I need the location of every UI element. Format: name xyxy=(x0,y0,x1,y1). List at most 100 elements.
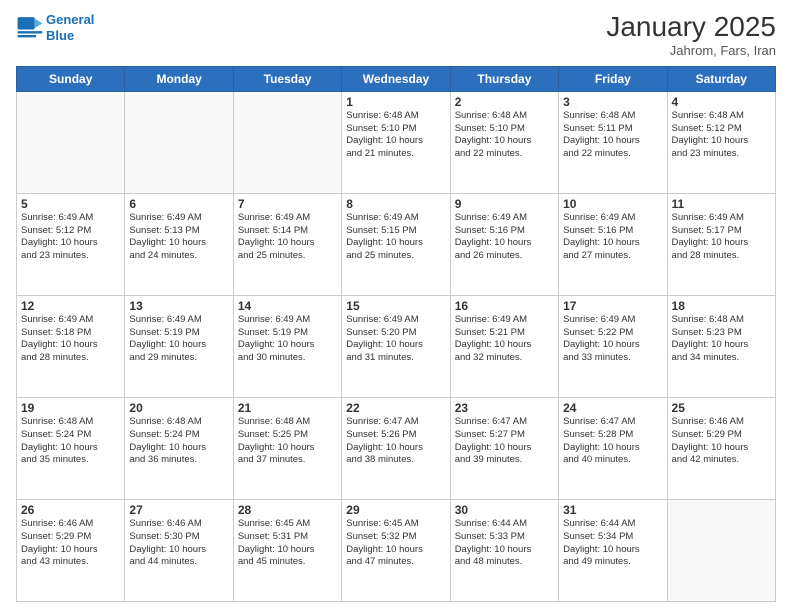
title-block: January 2025 Jahrom, Fars, Iran xyxy=(606,12,776,58)
table-row: 6Sunrise: 6:49 AM Sunset: 5:13 PM Daylig… xyxy=(125,193,233,295)
col-tuesday: Tuesday xyxy=(233,66,341,91)
day-number: 16 xyxy=(455,299,554,313)
logo-line2: Blue xyxy=(46,28,74,43)
day-number: 27 xyxy=(129,503,228,517)
table-row: 11Sunrise: 6:49 AM Sunset: 5:17 PM Dayli… xyxy=(667,193,775,295)
table-row: 19Sunrise: 6:48 AM Sunset: 5:24 PM Dayli… xyxy=(17,397,125,499)
day-info: Sunrise: 6:45 AM Sunset: 5:32 PM Dayligh… xyxy=(346,518,445,569)
calendar-title: January 2025 xyxy=(606,12,776,43)
day-info: Sunrise: 6:48 AM Sunset: 5:24 PM Dayligh… xyxy=(21,416,120,467)
day-info: Sunrise: 6:49 AM Sunset: 5:19 PM Dayligh… xyxy=(238,314,337,365)
table-row xyxy=(233,91,341,193)
day-number: 29 xyxy=(346,503,445,517)
day-info: Sunrise: 6:44 AM Sunset: 5:34 PM Dayligh… xyxy=(563,518,662,569)
day-number: 13 xyxy=(129,299,228,313)
day-number: 19 xyxy=(21,401,120,415)
day-number: 2 xyxy=(455,95,554,109)
day-number: 1 xyxy=(346,95,445,109)
day-info: Sunrise: 6:48 AM Sunset: 5:24 PM Dayligh… xyxy=(129,416,228,467)
col-wednesday: Wednesday xyxy=(342,66,450,91)
day-number: 6 xyxy=(129,197,228,211)
calendar-header-row: Sunday Monday Tuesday Wednesday Thursday… xyxy=(17,66,776,91)
day-info: Sunrise: 6:48 AM Sunset: 5:10 PM Dayligh… xyxy=(346,110,445,161)
col-friday: Friday xyxy=(559,66,667,91)
table-row: 24Sunrise: 6:47 AM Sunset: 5:28 PM Dayli… xyxy=(559,397,667,499)
calendar-week-row: 12Sunrise: 6:49 AM Sunset: 5:18 PM Dayli… xyxy=(17,295,776,397)
day-info: Sunrise: 6:48 AM Sunset: 5:12 PM Dayligh… xyxy=(672,110,771,161)
table-row: 4Sunrise: 6:48 AM Sunset: 5:12 PM Daylig… xyxy=(667,91,775,193)
day-number: 11 xyxy=(672,197,771,211)
day-info: Sunrise: 6:46 AM Sunset: 5:29 PM Dayligh… xyxy=(21,518,120,569)
table-row: 13Sunrise: 6:49 AM Sunset: 5:19 PM Dayli… xyxy=(125,295,233,397)
day-info: Sunrise: 6:48 AM Sunset: 5:10 PM Dayligh… xyxy=(455,110,554,161)
day-info: Sunrise: 6:47 AM Sunset: 5:28 PM Dayligh… xyxy=(563,416,662,467)
calendar-week-row: 26Sunrise: 6:46 AM Sunset: 5:29 PM Dayli… xyxy=(17,499,776,601)
day-info: Sunrise: 6:48 AM Sunset: 5:23 PM Dayligh… xyxy=(672,314,771,365)
day-number: 30 xyxy=(455,503,554,517)
logo-line1: General xyxy=(46,12,94,27)
table-row: 26Sunrise: 6:46 AM Sunset: 5:29 PM Dayli… xyxy=(17,499,125,601)
col-saturday: Saturday xyxy=(667,66,775,91)
day-info: Sunrise: 6:49 AM Sunset: 5:20 PM Dayligh… xyxy=(346,314,445,365)
day-number: 25 xyxy=(672,401,771,415)
day-number: 5 xyxy=(21,197,120,211)
calendar-week-row: 1Sunrise: 6:48 AM Sunset: 5:10 PM Daylig… xyxy=(17,91,776,193)
day-info: Sunrise: 6:49 AM Sunset: 5:17 PM Dayligh… xyxy=(672,212,771,263)
calendar-week-row: 19Sunrise: 6:48 AM Sunset: 5:24 PM Dayli… xyxy=(17,397,776,499)
day-number: 14 xyxy=(238,299,337,313)
day-number: 8 xyxy=(346,197,445,211)
logo-icon xyxy=(16,14,44,42)
table-row: 8Sunrise: 6:49 AM Sunset: 5:15 PM Daylig… xyxy=(342,193,450,295)
day-number: 17 xyxy=(563,299,662,313)
table-row: 14Sunrise: 6:49 AM Sunset: 5:19 PM Dayli… xyxy=(233,295,341,397)
day-info: Sunrise: 6:49 AM Sunset: 5:16 PM Dayligh… xyxy=(455,212,554,263)
table-row: 18Sunrise: 6:48 AM Sunset: 5:23 PM Dayli… xyxy=(667,295,775,397)
day-number: 4 xyxy=(672,95,771,109)
table-row xyxy=(667,499,775,601)
table-row xyxy=(17,91,125,193)
table-row: 16Sunrise: 6:49 AM Sunset: 5:21 PM Dayli… xyxy=(450,295,558,397)
day-number: 24 xyxy=(563,401,662,415)
day-number: 28 xyxy=(238,503,337,517)
day-info: Sunrise: 6:45 AM Sunset: 5:31 PM Dayligh… xyxy=(238,518,337,569)
day-info: Sunrise: 6:49 AM Sunset: 5:14 PM Dayligh… xyxy=(238,212,337,263)
table-row: 30Sunrise: 6:44 AM Sunset: 5:33 PM Dayli… xyxy=(450,499,558,601)
day-number: 12 xyxy=(21,299,120,313)
table-row: 25Sunrise: 6:46 AM Sunset: 5:29 PM Dayli… xyxy=(667,397,775,499)
col-monday: Monday xyxy=(125,66,233,91)
day-info: Sunrise: 6:49 AM Sunset: 5:16 PM Dayligh… xyxy=(563,212,662,263)
day-number: 21 xyxy=(238,401,337,415)
table-row: 28Sunrise: 6:45 AM Sunset: 5:31 PM Dayli… xyxy=(233,499,341,601)
day-number: 26 xyxy=(21,503,120,517)
day-info: Sunrise: 6:47 AM Sunset: 5:27 PM Dayligh… xyxy=(455,416,554,467)
table-row: 9Sunrise: 6:49 AM Sunset: 5:16 PM Daylig… xyxy=(450,193,558,295)
day-info: Sunrise: 6:48 AM Sunset: 5:11 PM Dayligh… xyxy=(563,110,662,161)
day-number: 31 xyxy=(563,503,662,517)
logo: General Blue xyxy=(16,12,94,43)
col-sunday: Sunday xyxy=(17,66,125,91)
table-row: 3Sunrise: 6:48 AM Sunset: 5:11 PM Daylig… xyxy=(559,91,667,193)
day-number: 9 xyxy=(455,197,554,211)
table-row: 15Sunrise: 6:49 AM Sunset: 5:20 PM Dayli… xyxy=(342,295,450,397)
day-number: 22 xyxy=(346,401,445,415)
logo-text: General Blue xyxy=(46,12,94,43)
table-row: 27Sunrise: 6:46 AM Sunset: 5:30 PM Dayli… xyxy=(125,499,233,601)
day-number: 15 xyxy=(346,299,445,313)
table-row: 29Sunrise: 6:45 AM Sunset: 5:32 PM Dayli… xyxy=(342,499,450,601)
day-info: Sunrise: 6:47 AM Sunset: 5:26 PM Dayligh… xyxy=(346,416,445,467)
day-info: Sunrise: 6:46 AM Sunset: 5:30 PM Dayligh… xyxy=(129,518,228,569)
day-number: 18 xyxy=(672,299,771,313)
table-row: 1Sunrise: 6:48 AM Sunset: 5:10 PM Daylig… xyxy=(342,91,450,193)
table-row: 2Sunrise: 6:48 AM Sunset: 5:10 PM Daylig… xyxy=(450,91,558,193)
page-header: General Blue January 2025 Jahrom, Fars, … xyxy=(16,12,776,58)
table-row: 20Sunrise: 6:48 AM Sunset: 5:24 PM Dayli… xyxy=(125,397,233,499)
day-number: 7 xyxy=(238,197,337,211)
table-row: 31Sunrise: 6:44 AM Sunset: 5:34 PM Dayli… xyxy=(559,499,667,601)
day-info: Sunrise: 6:49 AM Sunset: 5:22 PM Dayligh… xyxy=(563,314,662,365)
table-row: 7Sunrise: 6:49 AM Sunset: 5:14 PM Daylig… xyxy=(233,193,341,295)
day-info: Sunrise: 6:49 AM Sunset: 5:12 PM Dayligh… xyxy=(21,212,120,263)
calendar-table: Sunday Monday Tuesday Wednesday Thursday… xyxy=(16,66,776,602)
table-row: 10Sunrise: 6:49 AM Sunset: 5:16 PM Dayli… xyxy=(559,193,667,295)
calendar-location: Jahrom, Fars, Iran xyxy=(606,43,776,58)
day-info: Sunrise: 6:49 AM Sunset: 5:18 PM Dayligh… xyxy=(21,314,120,365)
